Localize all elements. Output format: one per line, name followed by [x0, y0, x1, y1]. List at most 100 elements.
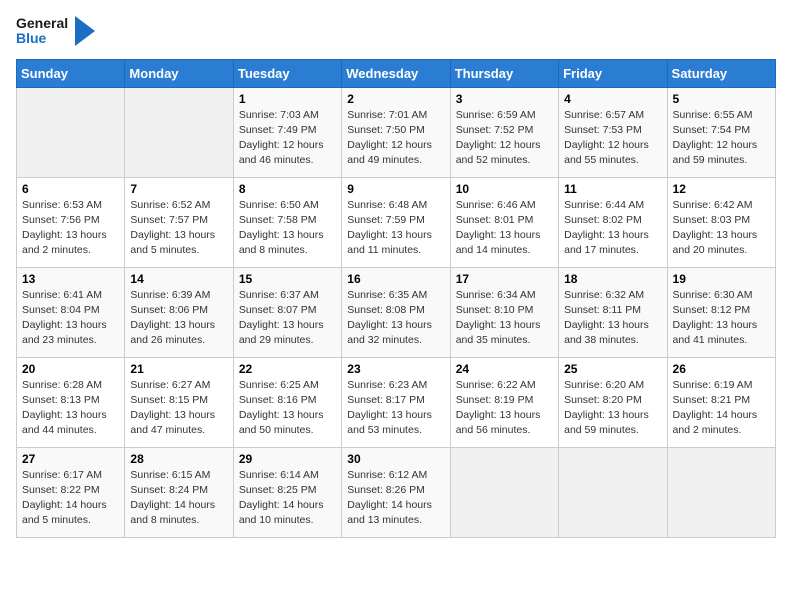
calendar-cell: 15 Sunrise: 6:37 AM Sunset: 8:07 PM Dayli…	[233, 267, 341, 357]
calendar-cell: 19 Sunrise: 6:30 AM Sunset: 8:12 PM Dayli…	[667, 267, 775, 357]
calendar-cell	[450, 447, 558, 537]
day-info: Sunrise: 6:27 AM Sunset: 8:15 PM Dayligh…	[130, 378, 227, 439]
day-number: 23	[347, 362, 444, 376]
calendar-cell: 4Sunrise: 6:57 AM Sunset: 7:53 PM Daylig…	[559, 87, 667, 177]
logo: GeneralBlue	[16, 16, 95, 47]
day-info: Sunrise: 6:46 AM Sunset: 8:01 PM Dayligh…	[456, 198, 553, 259]
day-info: Sunrise: 6:42 AM Sunset: 8:03 PM Dayligh…	[673, 198, 770, 259]
calendar-cell: 21 Sunrise: 6:27 AM Sunset: 8:15 PM Dayli…	[125, 357, 233, 447]
calendar-cell: 12Sunrise: 6:42 AM Sunset: 8:03 PM Dayli…	[667, 177, 775, 267]
calendar-cell: 14 Sunrise: 6:39 AM Sunset: 8:06 PM Dayli…	[125, 267, 233, 357]
day-info: Sunrise: 6:28 AM Sunset: 8:13 PM Dayligh…	[22, 378, 119, 439]
day-info: Sunrise: 6:48 AM Sunset: 7:59 PM Dayligh…	[347, 198, 444, 259]
day-info: Sunrise: 6:23 AM Sunset: 8:17 PM Dayligh…	[347, 378, 444, 439]
day-info: Sunrise: 6:35 AM Sunset: 8:08 PM Dayligh…	[347, 288, 444, 349]
day-info: Sunrise: 6:25 AM Sunset: 8:16 PM Dayligh…	[239, 378, 336, 439]
day-number: 14	[130, 272, 227, 286]
day-number: 8	[239, 182, 336, 196]
day-number: 28	[130, 452, 227, 466]
calendar-cell: 8 Sunrise: 6:50 AM Sunset: 7:58 PM Daylig…	[233, 177, 341, 267]
day-number: 13	[22, 272, 119, 286]
day-info: Sunrise: 6:20 AM Sunset: 8:20 PM Dayligh…	[564, 378, 661, 439]
day-number: 24	[456, 362, 553, 376]
day-number: 3	[456, 92, 553, 106]
day-number: 2	[347, 92, 444, 106]
day-info: Sunrise: 6:59 AM Sunset: 7:52 PM Dayligh…	[456, 108, 553, 169]
day-number: 27	[22, 452, 119, 466]
calendar-cell: 24 Sunrise: 6:22 AM Sunset: 8:19 PM Dayli…	[450, 357, 558, 447]
day-info: Sunrise: 6:34 AM Sunset: 8:10 PM Dayligh…	[456, 288, 553, 349]
calendar-cell: 20 Sunrise: 6:28 AM Sunset: 8:13 PM Dayli…	[17, 357, 125, 447]
calendar-cell: 18 Sunrise: 6:32 AM Sunset: 8:11 PM Dayli…	[559, 267, 667, 357]
calendar-cell: 22Sunrise: 6:25 AM Sunset: 8:16 PM Dayli…	[233, 357, 341, 447]
calendar-cell: 29 Sunrise: 6:14 AM Sunset: 8:25 PM Dayli…	[233, 447, 341, 537]
weekday-header-wednesday: Wednesday	[342, 59, 450, 87]
calendar-cell: 11 Sunrise: 6:44 AM Sunset: 8:02 PM Dayli…	[559, 177, 667, 267]
weekday-header-friday: Friday	[559, 59, 667, 87]
day-number: 7	[130, 182, 227, 196]
day-number: 1	[239, 92, 336, 106]
calendar-cell: 9 Sunrise: 6:48 AM Sunset: 7:59 PM Daylig…	[342, 177, 450, 267]
day-number: 26	[673, 362, 770, 376]
day-info: Sunrise: 6:44 AM Sunset: 8:02 PM Dayligh…	[564, 198, 661, 259]
calendar-cell: 25 Sunrise: 6:20 AM Sunset: 8:20 PM Dayli…	[559, 357, 667, 447]
calendar-cell: 10 Sunrise: 6:46 AM Sunset: 8:01 PM Dayli…	[450, 177, 558, 267]
day-number: 15	[239, 272, 336, 286]
calendar-cell: 5 Sunrise: 6:55 AM Sunset: 7:54 PM Daylig…	[667, 87, 775, 177]
calendar-cell	[125, 87, 233, 177]
calendar-cell: 1 Sunrise: 7:03 AM Sunset: 7:49 PM Daylig…	[233, 87, 341, 177]
weekday-header-monday: Monday	[125, 59, 233, 87]
day-number: 19	[673, 272, 770, 286]
calendar-cell	[17, 87, 125, 177]
calendar-cell: 2 Sunrise: 7:01 AM Sunset: 7:50 PM Daylig…	[342, 87, 450, 177]
day-info: Sunrise: 6:17 AM Sunset: 8:22 PM Dayligh…	[22, 468, 119, 529]
day-number: 9	[347, 182, 444, 196]
day-info: Sunrise: 6:55 AM Sunset: 7:54 PM Dayligh…	[673, 108, 770, 169]
day-info: Sunrise: 6:15 AM Sunset: 8:24 PM Dayligh…	[130, 468, 227, 529]
day-number: 11	[564, 182, 661, 196]
day-number: 20	[22, 362, 119, 376]
day-info: Sunrise: 6:53 AM Sunset: 7:56 PM Dayligh…	[22, 198, 119, 259]
day-number: 16	[347, 272, 444, 286]
day-number: 4	[564, 92, 661, 106]
day-number: 21	[130, 362, 227, 376]
calendar-table: SundayMondayTuesdayWednesdayThursdayFrid…	[16, 59, 776, 538]
calendar-cell: 26 Sunrise: 6:19 AM Sunset: 8:21 PM Dayli…	[667, 357, 775, 447]
calendar-cell: 13 Sunrise: 6:41 AM Sunset: 8:04 PM Dayli…	[17, 267, 125, 357]
day-info: Sunrise: 6:39 AM Sunset: 8:06 PM Dayligh…	[130, 288, 227, 349]
day-number: 17	[456, 272, 553, 286]
day-info: Sunrise: 6:30 AM Sunset: 8:12 PM Dayligh…	[673, 288, 770, 349]
calendar-cell: 28 Sunrise: 6:15 AM Sunset: 8:24 PM Dayli…	[125, 447, 233, 537]
day-info: Sunrise: 6:32 AM Sunset: 8:11 PM Dayligh…	[564, 288, 661, 349]
page-header: GeneralBlue	[16, 16, 776, 47]
weekday-header-sunday: Sunday	[17, 59, 125, 87]
calendar-cell: 23 Sunrise: 6:23 AM Sunset: 8:17 PM Dayli…	[342, 357, 450, 447]
day-number: 10	[456, 182, 553, 196]
day-info: Sunrise: 6:12 AM Sunset: 8:26 PM Dayligh…	[347, 468, 444, 529]
calendar-cell: 7Sunrise: 6:52 AM Sunset: 7:57 PM Daylig…	[125, 177, 233, 267]
calendar-cell: 3 Sunrise: 6:59 AM Sunset: 7:52 PM Daylig…	[450, 87, 558, 177]
day-info: Sunrise: 7:01 AM Sunset: 7:50 PM Dayligh…	[347, 108, 444, 169]
day-number: 29	[239, 452, 336, 466]
calendar-cell	[667, 447, 775, 537]
day-number: 25	[564, 362, 661, 376]
day-number: 5	[673, 92, 770, 106]
day-info: Sunrise: 6:41 AM Sunset: 8:04 PM Dayligh…	[22, 288, 119, 349]
day-number: 30	[347, 452, 444, 466]
calendar-cell: 27 Sunrise: 6:17 AM Sunset: 8:22 PM Dayli…	[17, 447, 125, 537]
day-info: Sunrise: 6:22 AM Sunset: 8:19 PM Dayligh…	[456, 378, 553, 439]
weekday-header-tuesday: Tuesday	[233, 59, 341, 87]
day-info: Sunrise: 6:37 AM Sunset: 8:07 PM Dayligh…	[239, 288, 336, 349]
weekday-header-saturday: Saturday	[667, 59, 775, 87]
day-info: Sunrise: 6:50 AM Sunset: 7:58 PM Dayligh…	[239, 198, 336, 259]
calendar-cell: 17 Sunrise: 6:34 AM Sunset: 8:10 PM Dayli…	[450, 267, 558, 357]
calendar-cell: 6 Sunrise: 6:53 AM Sunset: 7:56 PM Daylig…	[17, 177, 125, 267]
calendar-cell: 30 Sunrise: 6:12 AM Sunset: 8:26 PM Dayli…	[342, 447, 450, 537]
day-info: Sunrise: 6:14 AM Sunset: 8:25 PM Dayligh…	[239, 468, 336, 529]
day-info: Sunrise: 7:03 AM Sunset: 7:49 PM Dayligh…	[239, 108, 336, 169]
calendar-header: SundayMondayTuesdayWednesdayThursdayFrid…	[17, 59, 776, 87]
day-number: 18	[564, 272, 661, 286]
calendar-cell	[559, 447, 667, 537]
day-number: 6	[22, 182, 119, 196]
day-info: Sunrise: 6:19 AM Sunset: 8:21 PM Dayligh…	[673, 378, 770, 439]
